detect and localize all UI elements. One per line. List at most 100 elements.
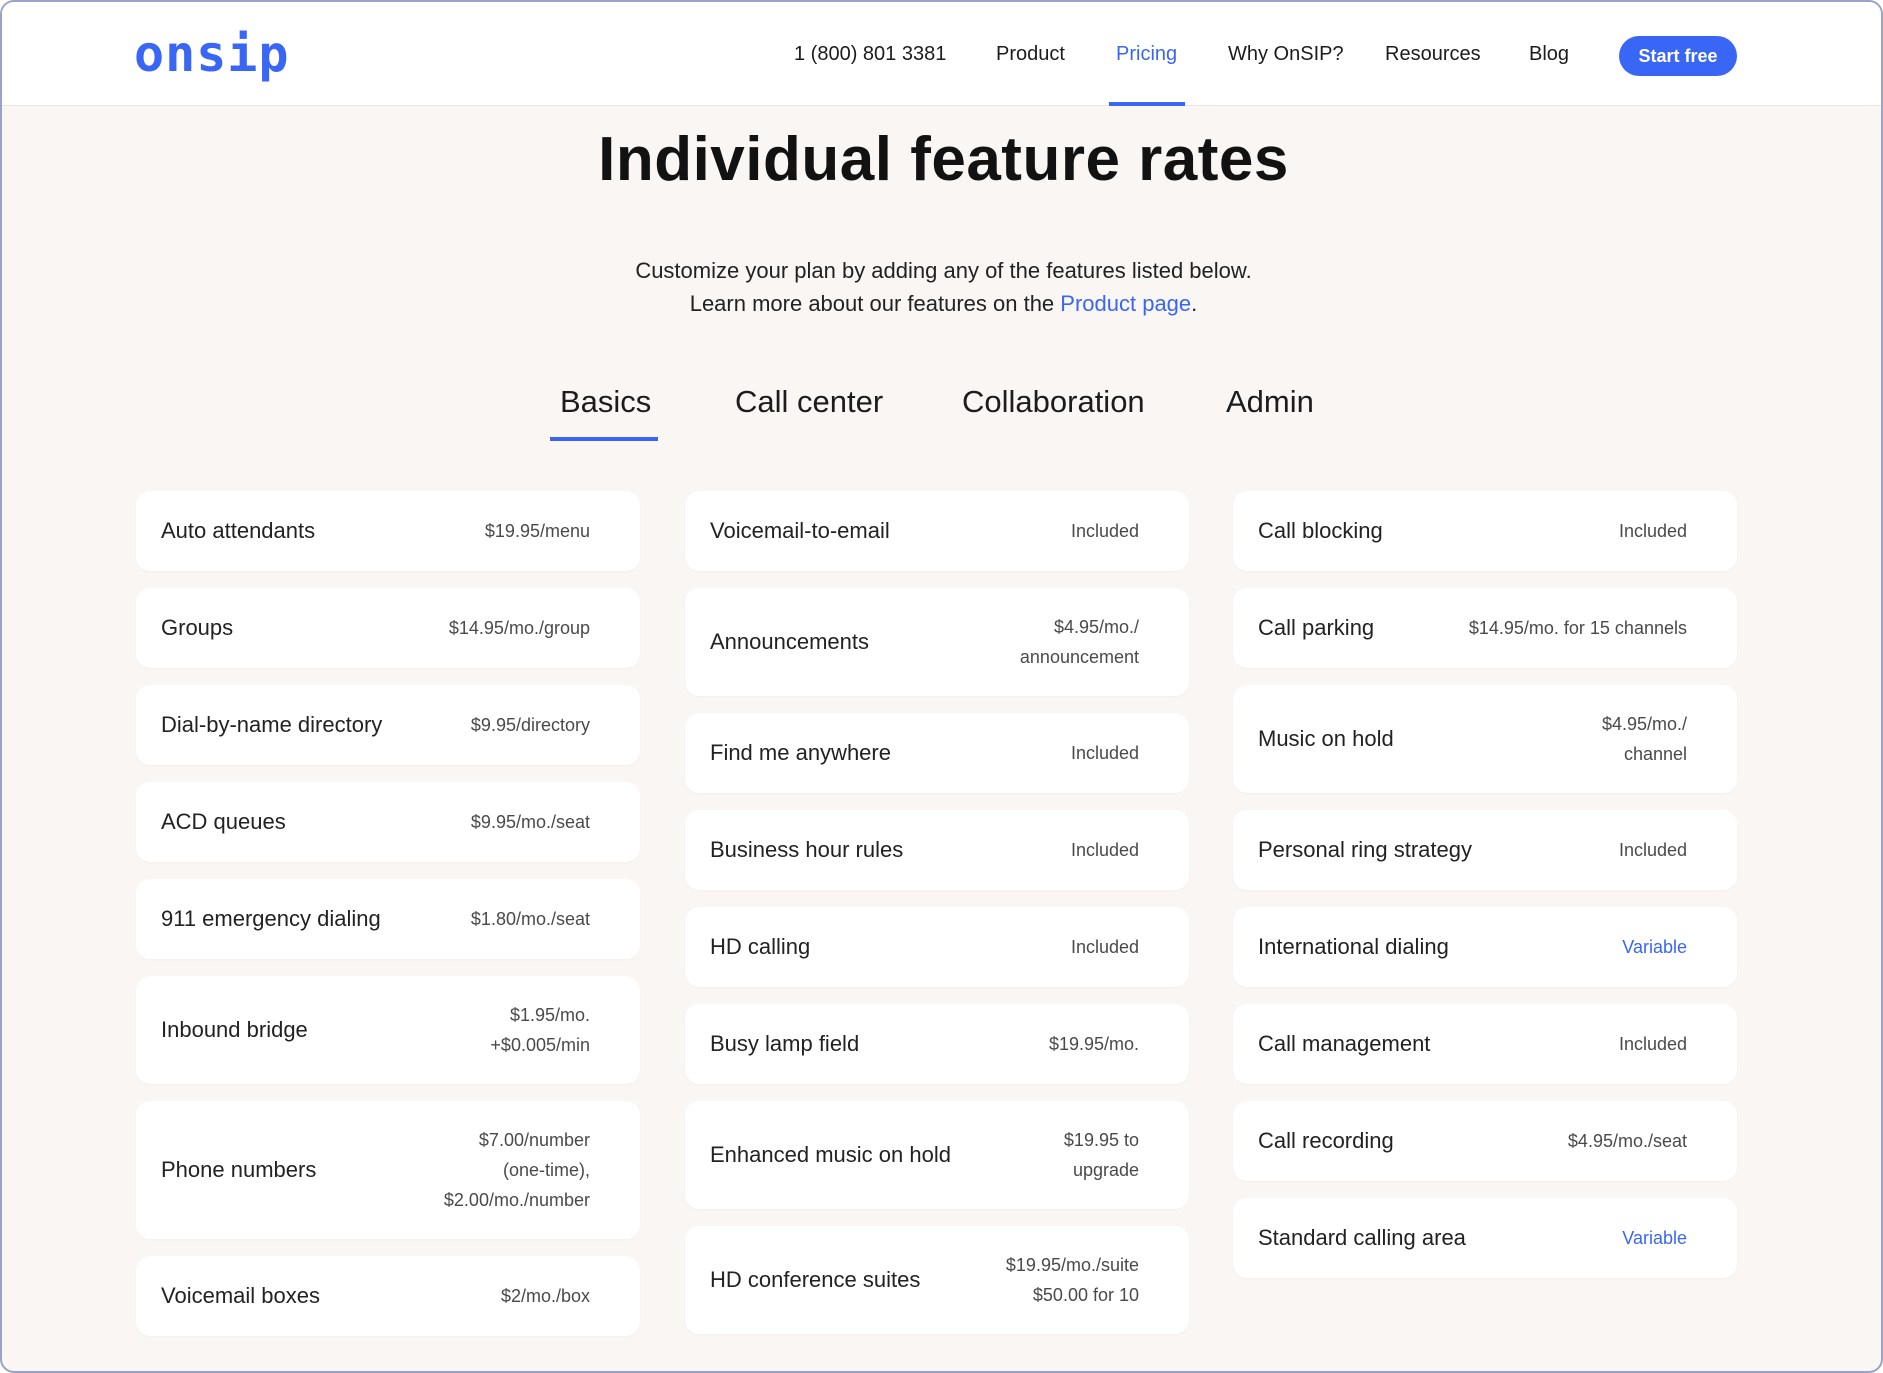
feature-card: Music on hold $4.95/mo./ channel bbox=[1233, 685, 1737, 793]
feature-name: Groups bbox=[161, 615, 234, 640]
feature-price: Included bbox=[1071, 932, 1139, 962]
nav-why-onsip[interactable]: Why OnSIP? bbox=[1228, 2, 1344, 106]
product-page-link[interactable]: Product page bbox=[1060, 291, 1191, 316]
feature-price-line: $19.95/mo. bbox=[1048, 1034, 1139, 1054]
feature-price: Included bbox=[1619, 516, 1687, 546]
feature-price: $1.95/mo. +$0.005/min bbox=[490, 1000, 590, 1060]
feature-price-line: $1.80/mo./seat bbox=[470, 909, 590, 929]
nav-blog[interactable]: Blog bbox=[1529, 2, 1569, 106]
feature-price: Included bbox=[1071, 516, 1139, 546]
feature-price-line: announcement bbox=[1019, 647, 1139, 667]
feature-name: Voicemail-to-email bbox=[710, 518, 890, 543]
feature-card: International dialing Variable bbox=[1233, 907, 1737, 987]
feature-card: Announcements $4.95/mo./ announcement bbox=[685, 588, 1189, 696]
feature-card: Phone numbers $7.00/number (one-time), $2.0… bbox=[136, 1101, 640, 1239]
tab-basics[interactable]: Basics bbox=[560, 384, 651, 420]
feature-price: $1.80/mo./seat bbox=[471, 904, 590, 934]
feature-price-line: $19.95/mo./suite bbox=[1005, 1255, 1139, 1275]
feature-name: Voicemail boxes bbox=[161, 1283, 320, 1308]
feature-price: $7.00/number (one-time), $2.00/mo./number bbox=[444, 1125, 590, 1215]
feature-name: ACD queues bbox=[161, 809, 286, 834]
tab-call-center[interactable]: Call center bbox=[735, 384, 883, 420]
feature-card: Find me anywhere Included bbox=[685, 713, 1189, 793]
feature-name: Busy lamp field bbox=[710, 1031, 860, 1056]
feature-card: Call parking $14.95/mo. for 15 channels bbox=[1233, 588, 1737, 668]
feature-name: Enhanced music on hold bbox=[710, 1142, 951, 1167]
feature-price-line: $2.00/mo./number bbox=[443, 1190, 590, 1210]
feature-price-line: $50.00 for 10 bbox=[1032, 1285, 1139, 1305]
feature-card: Busy lamp field $19.95/mo. bbox=[685, 1004, 1189, 1084]
feature-card: ACD queues $9.95/mo./seat bbox=[136, 782, 640, 862]
feature-price: $14.95/mo. for 15 channels bbox=[1469, 613, 1687, 643]
feature-price-line: $1.95/mo. bbox=[509, 1005, 590, 1025]
feature-card: Auto attendants $19.95/menu bbox=[136, 491, 640, 571]
feature-name: 911 emergency dialing bbox=[161, 906, 381, 931]
feature-price: Included bbox=[1071, 835, 1139, 865]
feature-price-line: Included bbox=[1070, 743, 1139, 763]
feature-price: $9.95/mo./seat bbox=[471, 807, 590, 837]
feature-price-line: Variable bbox=[1622, 1228, 1687, 1248]
feature-price[interactable]: Variable bbox=[1622, 1223, 1687, 1253]
browser-frame: onsip 1 (800) 801 3381 Product Pricing W… bbox=[0, 0, 1883, 1373]
feature-name: Call management bbox=[1258, 1031, 1431, 1056]
feature-price: $4.95/mo./ announcement bbox=[1020, 612, 1139, 672]
feature-price-line: Included bbox=[1070, 937, 1139, 957]
feature-card: Voicemail-to-email Included bbox=[685, 491, 1189, 571]
feature-price-line: Included bbox=[1618, 840, 1687, 860]
feature-name: Dial-by-name directory bbox=[161, 712, 383, 737]
nav-resources[interactable]: Resources bbox=[1385, 2, 1481, 106]
feature-column-1: Auto attendants $19.95/menu Groups $14.95/m… bbox=[136, 491, 640, 1353]
feature-card: Enhanced music on hold $19.95 to upgrade bbox=[685, 1101, 1189, 1209]
feature-price-line: Included bbox=[1070, 840, 1139, 860]
feature-name: Phone numbers bbox=[161, 1157, 317, 1182]
tab-collaboration[interactable]: Collaboration bbox=[962, 384, 1145, 420]
feature-card: Dial-by-name directory $9.95/directory bbox=[136, 685, 640, 765]
feature-name: Call recording bbox=[1258, 1128, 1394, 1153]
subtitle-prefix: Learn more about our features on the bbox=[689, 291, 1061, 316]
feature-name: Standard calling area bbox=[1258, 1225, 1466, 1250]
feature-column-3: Call blocking Included Call parking $14.95/… bbox=[1233, 491, 1737, 1295]
feature-price-line: (one-time), bbox=[502, 1160, 590, 1180]
feature-price-line: $19.95/menu bbox=[484, 521, 590, 541]
feature-price[interactable]: Variable bbox=[1622, 932, 1687, 962]
feature-name: Announcements bbox=[710, 629, 869, 654]
feature-card: Personal ring strategy Included bbox=[1233, 810, 1737, 890]
feature-price-line: Variable bbox=[1622, 937, 1687, 957]
tab-admin[interactable]: Admin bbox=[1226, 384, 1314, 420]
feature-card: Call management Included bbox=[1233, 1004, 1737, 1084]
feature-price-line: Included bbox=[1070, 521, 1139, 541]
subtitle-line-1: Customize your plan by adding any of the… bbox=[635, 258, 1252, 283]
feature-price-line: $7.00/number bbox=[478, 1130, 590, 1150]
feature-price: $4.95/mo./seat bbox=[1568, 1126, 1687, 1156]
feature-price: $9.95/directory bbox=[471, 710, 590, 740]
nav-pricing[interactable]: Pricing bbox=[1116, 2, 1177, 106]
feature-price-line: $4.95/mo./ bbox=[1053, 617, 1139, 637]
feature-name: Auto attendants bbox=[161, 518, 316, 543]
phone-number-link[interactable]: 1 (800) 801 3381 bbox=[794, 2, 946, 106]
nav-product[interactable]: Product bbox=[996, 2, 1065, 106]
tab-active-indicator bbox=[550, 437, 658, 441]
start-free-button[interactable]: Start free bbox=[1619, 36, 1737, 76]
feature-price-line: $19.95 to bbox=[1063, 1130, 1139, 1150]
feature-price-line: $14.95/mo. for 15 channels bbox=[1468, 618, 1687, 638]
feature-card: Call blocking Included bbox=[1233, 491, 1737, 571]
subtitle-line-2: Learn more about our features on the Pro… bbox=[2, 291, 1881, 317]
feature-price-line: $9.95/directory bbox=[470, 715, 590, 735]
feature-price: $19.95/mo. bbox=[1049, 1029, 1139, 1059]
feature-price-line: channel bbox=[1623, 744, 1687, 764]
feature-name: Find me anywhere bbox=[710, 740, 891, 765]
feature-price-line: Included bbox=[1618, 521, 1687, 541]
feature-price: $19.95/menu bbox=[485, 516, 590, 546]
feature-name: Call blocking bbox=[1258, 518, 1383, 543]
feature-price: $19.95 to upgrade bbox=[1064, 1125, 1139, 1185]
feature-card: Business hour rules Included bbox=[685, 810, 1189, 890]
onsip-logo[interactable]: onsip bbox=[134, 24, 290, 84]
feature-price-line: $14.95/mo./group bbox=[448, 618, 590, 638]
feature-card: 911 emergency dialing $1.80/mo./seat bbox=[136, 879, 640, 959]
feature-price-line: $4.95/mo./ bbox=[1601, 714, 1687, 734]
feature-price-line: $9.95/mo./seat bbox=[470, 812, 590, 832]
site-header: onsip 1 (800) 801 3381 Product Pricing W… bbox=[2, 2, 1881, 106]
page-title: Individual feature rates bbox=[598, 125, 1289, 194]
feature-name: International dialing bbox=[1258, 934, 1449, 959]
feature-name: HD conference suites bbox=[710, 1267, 921, 1292]
